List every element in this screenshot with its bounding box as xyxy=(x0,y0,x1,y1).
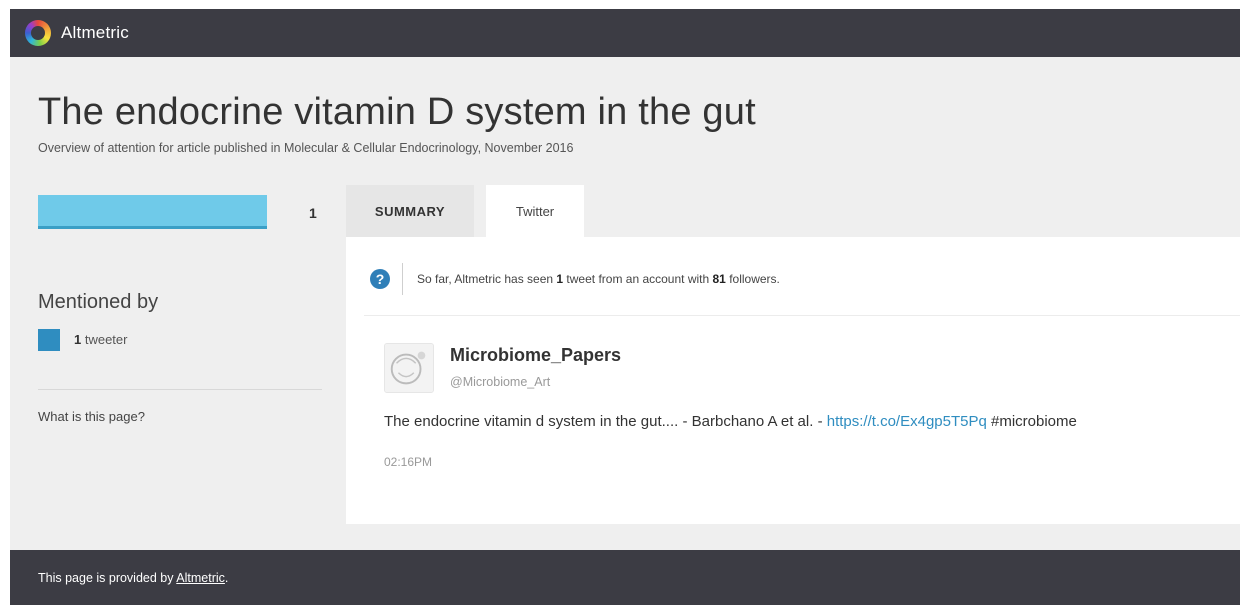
tweet-author-name[interactable]: Microbiome_Papers xyxy=(450,345,621,366)
tweet-timestamp[interactable]: 02:16PM xyxy=(384,455,432,469)
footer-altmetric-link[interactable]: Altmetric xyxy=(176,571,225,585)
altmetric-logo-icon[interactable] xyxy=(25,20,51,46)
twitter-info-row: ? So far, Altmetric has seen 1 tweet fro… xyxy=(370,263,780,295)
attention-score-fill xyxy=(38,195,267,226)
info-separator xyxy=(402,263,403,295)
mentioned-by-heading: Mentioned by xyxy=(38,291,159,313)
twitter-summary-text: So far, Altmetric has seen 1 tweet from … xyxy=(417,272,780,286)
footer-prefix: This page is provided by xyxy=(38,570,177,585)
tweet-text-before: The endocrine vitamin d system in the gu… xyxy=(384,413,827,430)
panel-separator xyxy=(364,315,1240,316)
attention-score-bar xyxy=(38,195,267,229)
question-circle-icon[interactable]: ? xyxy=(370,269,390,289)
sidebar-divider xyxy=(38,389,322,390)
avatar-image-icon xyxy=(385,344,433,392)
tab-twitter[interactable]: Twitter xyxy=(486,185,584,237)
brand-name[interactable]: Altmetric xyxy=(61,23,129,43)
top-bar: Altmetric xyxy=(10,9,1240,57)
footer-suffix: . xyxy=(224,570,229,585)
altmetric-page: Altmetric The endocrine vitamin D system… xyxy=(10,9,1240,605)
follower-count: 81 xyxy=(712,272,726,286)
page-title: The endocrine vitamin D system in the gu… xyxy=(38,91,756,133)
tweet-author-handle[interactable]: @Microbiome_Art xyxy=(450,375,550,389)
what-is-this-page-link[interactable]: What is this page? xyxy=(38,409,145,424)
avatar[interactable] xyxy=(384,343,434,393)
screenshot-frame: Altmetric The endocrine vitamin D system… xyxy=(0,0,1240,605)
tweeter-text: tweeter xyxy=(81,332,128,347)
tweet-hashtag[interactable]: #microbiome xyxy=(987,413,1077,430)
info-prefix: So far, Altmetric has seen xyxy=(417,272,557,286)
twitter-panel: ? So far, Altmetric has seen 1 tweet fro… xyxy=(346,237,1240,524)
tweet-link[interactable]: https://t.co/Ex4gp5T5Pq xyxy=(827,413,987,430)
page-subtitle: Overview of attention for article publis… xyxy=(38,141,574,155)
info-middle: tweet from an account with xyxy=(563,272,713,286)
info-suffix: followers. xyxy=(725,272,780,286)
tweeter-color-swatch xyxy=(38,329,60,351)
tweet-text: The endocrine vitamin d system in the gu… xyxy=(384,413,1077,430)
page-footer: This page is provided by Altmetric. xyxy=(10,550,1240,605)
tab-summary[interactable]: SUMMARY xyxy=(346,185,474,237)
tweeter-count-label[interactable]: 1 tweeter xyxy=(74,332,127,347)
footer-text: This page is provided by Altmetric. xyxy=(38,571,228,585)
attention-score-value: 1 xyxy=(309,205,317,221)
